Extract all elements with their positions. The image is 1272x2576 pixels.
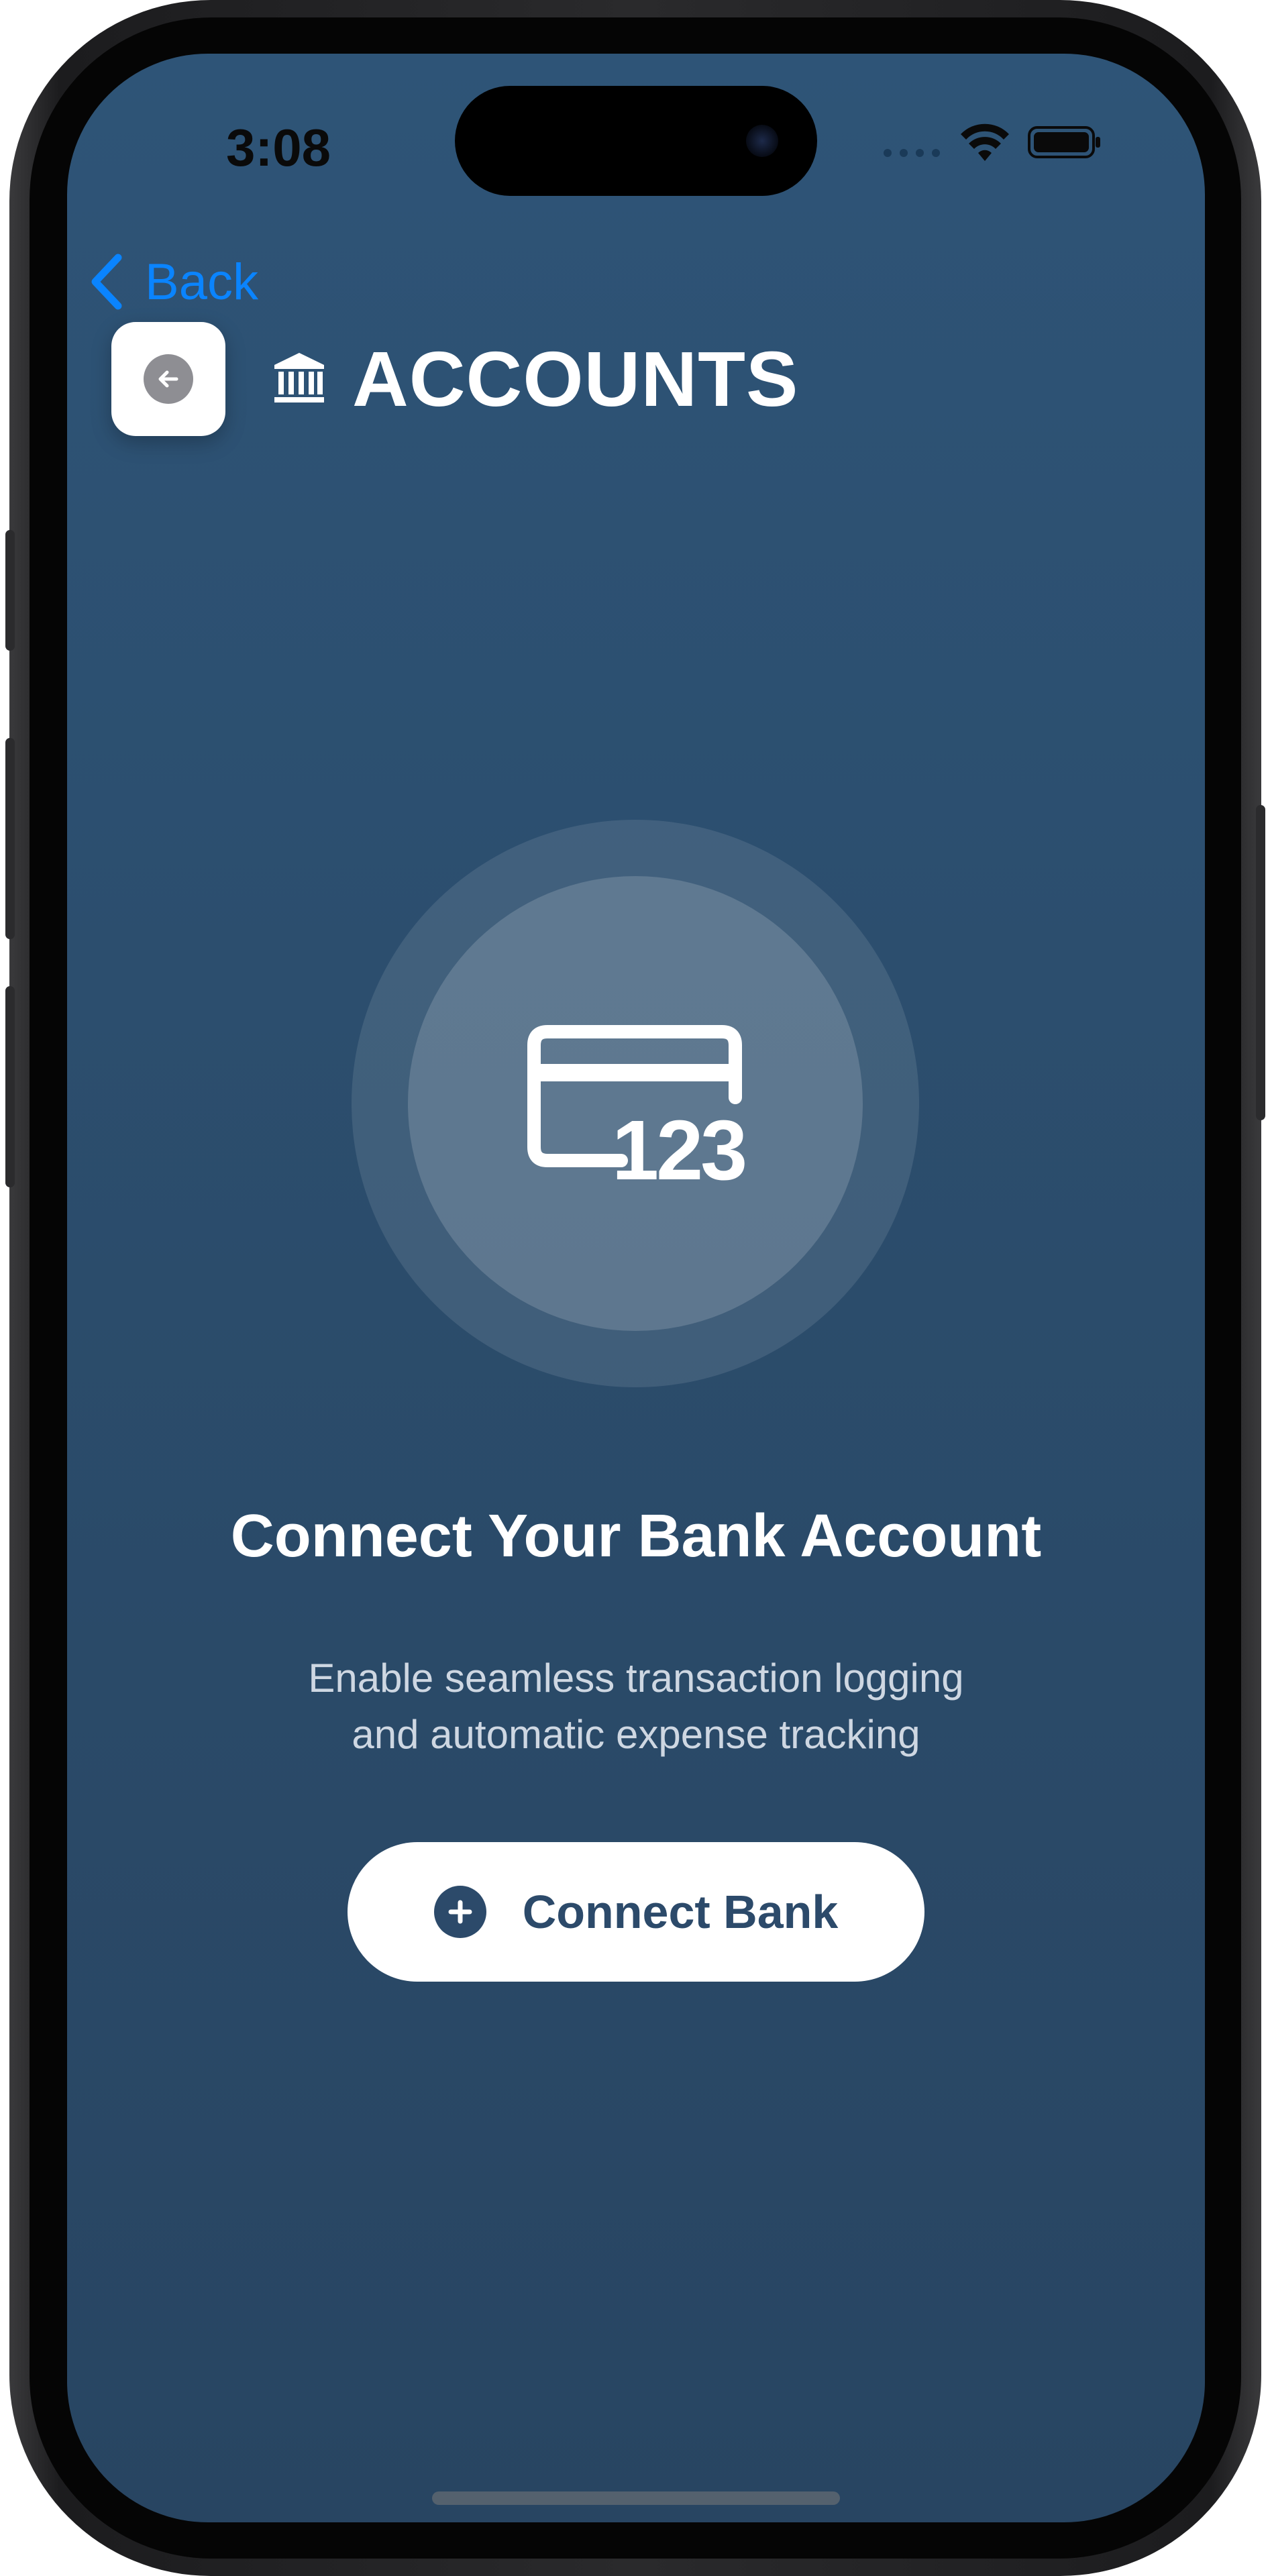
page-title: ACCOUNTS (352, 335, 799, 423)
home-indicator[interactable] (432, 2491, 840, 2505)
description-line-1: Enable seamless transaction logging (308, 1656, 964, 1701)
description-line-2: and automatic expense tracking (352, 1712, 920, 1757)
plus-circle-icon (433, 1886, 486, 1938)
connect-description: Enable seamless transaction logging and … (235, 1650, 1037, 1763)
connect-bank-label: Connect Bank (522, 1886, 839, 1938)
app-screen: 3:08 Back ACCOUNTS 123 Connect Your Bank… (67, 54, 1205, 2522)
chevron-left-icon (91, 254, 122, 310)
back-button[interactable]: Back (87, 241, 258, 322)
battery-icon (1028, 126, 1100, 158)
volume-down-button (5, 986, 15, 1187)
volume-up-button (5, 738, 15, 939)
dynamic-island (455, 86, 817, 196)
arrow-left-circle-icon (144, 354, 193, 404)
card-digits: 123 (612, 1103, 747, 1197)
cellular-signal-icon (884, 149, 940, 157)
bank-building-icon (274, 353, 324, 402)
wifi-icon (961, 123, 1009, 161)
status-time: 3:08 (225, 118, 331, 177)
action-button (5, 530, 15, 651)
connect-bank-button[interactable]: Connect Bank (348, 1842, 924, 1982)
connect-heading: Connect Your Bank Account (230, 1503, 1042, 1570)
back-button-label: Back (145, 253, 258, 311)
back-tile-button[interactable] (111, 322, 225, 436)
power-button (1256, 805, 1265, 1120)
camera-icon (746, 125, 778, 157)
